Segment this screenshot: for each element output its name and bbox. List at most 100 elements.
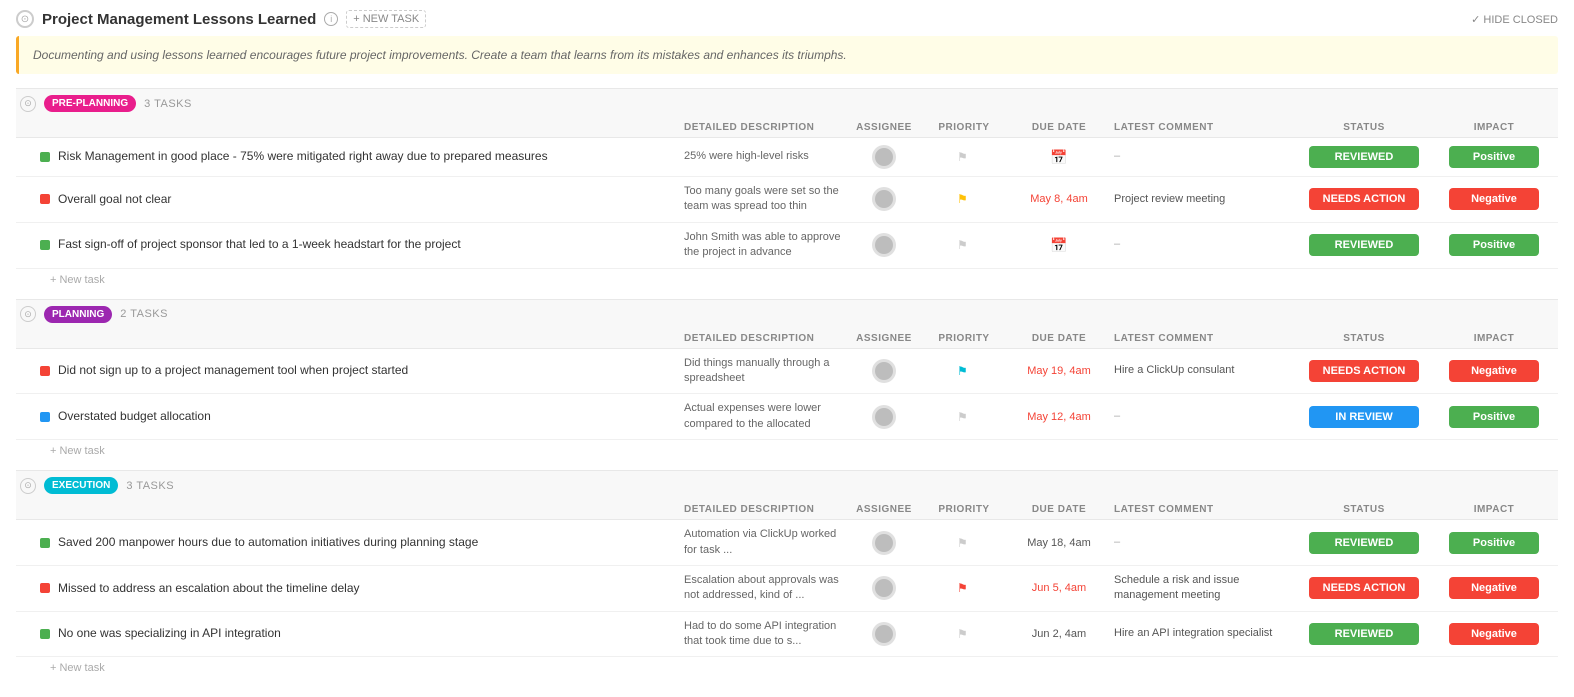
- impact-cell[interactable]: Negative: [1434, 577, 1554, 599]
- avatar[interactable]: [872, 531, 896, 555]
- status-cell[interactable]: NEEDS ACTION: [1294, 577, 1434, 599]
- task-row-pre-planning-1[interactable]: Overall goal not clear Too many goals we…: [16, 177, 1558, 223]
- status-cell[interactable]: IN REVIEW: [1294, 406, 1434, 428]
- impact-badge[interactable]: Positive: [1449, 146, 1539, 168]
- col-impact: IMPACT: [1434, 333, 1554, 344]
- due-date-cell[interactable]: May 8, 4am: [1004, 193, 1114, 205]
- avatar[interactable]: [872, 145, 896, 169]
- status-badge[interactable]: NEEDS ACTION: [1309, 360, 1419, 382]
- task-row-planning-1[interactable]: Overstated budget allocation Actual expe…: [16, 394, 1558, 440]
- collapse-icon[interactable]: ⊙: [16, 10, 34, 28]
- priority-cell[interactable]: ⚑: [924, 627, 1004, 641]
- avatar[interactable]: [872, 405, 896, 429]
- due-date-cell[interactable]: Jun 2, 4am: [1004, 628, 1114, 640]
- status-badge[interactable]: REVIEWED: [1309, 234, 1419, 256]
- assignee-cell[interactable]: [844, 531, 924, 555]
- impact-cell[interactable]: Negative: [1434, 360, 1554, 382]
- status-badge[interactable]: REVIEWED: [1309, 146, 1419, 168]
- priority-cell[interactable]: ⚑: [924, 238, 1004, 252]
- impact-cell[interactable]: Positive: [1434, 406, 1554, 428]
- task-row-planning-0[interactable]: Did not sign up to a project management …: [16, 349, 1558, 395]
- impact-badge[interactable]: Positive: [1449, 532, 1539, 554]
- avatar[interactable]: [872, 576, 896, 600]
- comment-cell: Hire a ClickUp consulant: [1114, 363, 1294, 378]
- due-date-cell[interactable]: 📅: [1004, 149, 1114, 166]
- impact-cell[interactable]: Positive: [1434, 532, 1554, 554]
- due-date-cell[interactable]: May 19, 4am: [1004, 365, 1114, 377]
- new-task-row-execution[interactable]: + New task: [16, 657, 1558, 679]
- col-due-date: DUE DATE: [1004, 122, 1114, 133]
- priority-flag: ⚑: [957, 581, 971, 595]
- impact-cell[interactable]: Negative: [1434, 623, 1554, 645]
- avatar[interactable]: [872, 359, 896, 383]
- impact-cell[interactable]: Positive: [1434, 234, 1554, 256]
- col-priority: PRIORITY: [924, 504, 1004, 515]
- due-date-cell[interactable]: May 12, 4am: [1004, 411, 1114, 423]
- col-priority: PRIORITY: [924, 333, 1004, 344]
- assignee-cell[interactable]: [844, 405, 924, 429]
- assignee-cell[interactable]: [844, 233, 924, 257]
- impact-badge[interactable]: Negative: [1449, 360, 1539, 382]
- new-task-row-planning[interactable]: + New task: [16, 440, 1558, 462]
- impact-badge[interactable]: Negative: [1449, 188, 1539, 210]
- assignee-cell[interactable]: [844, 576, 924, 600]
- new-task-row-pre-planning[interactable]: + New task: [16, 269, 1558, 291]
- comment-text: Hire a ClickUp consulant: [1114, 364, 1234, 376]
- due-date-cell[interactable]: 📅: [1004, 237, 1114, 254]
- impact-badge[interactable]: Negative: [1449, 623, 1539, 645]
- priority-cell[interactable]: ⚑: [924, 192, 1004, 206]
- status-badge[interactable]: NEEDS ACTION: [1309, 188, 1419, 210]
- task-name-cell: Fast sign-off of project sponsor that le…: [40, 237, 684, 253]
- priority-cell[interactable]: ⚑: [924, 536, 1004, 550]
- section-expand-planning[interactable]: ⊙: [20, 306, 36, 322]
- task-name-cell: Missed to address an escalation about th…: [40, 581, 684, 597]
- assignee-cell[interactable]: [844, 145, 924, 169]
- section-expand-pre-planning[interactable]: ⊙: [20, 96, 36, 112]
- task-dot: [40, 240, 50, 250]
- task-name-cell: Saved 200 manpower hours due to automati…: [40, 535, 684, 551]
- avatar-inner: [875, 625, 893, 643]
- due-date-cell[interactable]: Jun 5, 4am: [1004, 582, 1114, 594]
- avatar[interactable]: [872, 187, 896, 211]
- due-date-cell[interactable]: May 18, 4am: [1004, 537, 1114, 549]
- task-row-pre-planning-2[interactable]: Fast sign-off of project sponsor that le…: [16, 223, 1558, 269]
- priority-cell[interactable]: ⚑: [924, 581, 1004, 595]
- assignee-cell[interactable]: [844, 622, 924, 646]
- status-badge[interactable]: IN REVIEW: [1309, 406, 1419, 428]
- assignee-cell[interactable]: [844, 187, 924, 211]
- status-badge[interactable]: NEEDS ACTION: [1309, 577, 1419, 599]
- impact-badge[interactable]: Negative: [1449, 577, 1539, 599]
- task-row-execution-1[interactable]: Missed to address an escalation about th…: [16, 566, 1558, 612]
- priority-cell[interactable]: ⚑: [924, 410, 1004, 424]
- info-icon[interactable]: i: [324, 12, 338, 26]
- status-cell[interactable]: REVIEWED: [1294, 532, 1434, 554]
- avatar[interactable]: [872, 622, 896, 646]
- col-latest-comment: LATEST COMMENT: [1114, 504, 1294, 515]
- status-cell[interactable]: REVIEWED: [1294, 146, 1434, 168]
- new-task-header-button[interactable]: + NEW TASK: [346, 10, 426, 28]
- status-badge[interactable]: REVIEWED: [1309, 623, 1419, 645]
- column-headers-pre-planning: DETAILED DESCRIPTION ASSIGNEE PRIORITY D…: [16, 118, 1558, 138]
- priority-cell[interactable]: ⚑: [924, 364, 1004, 378]
- status-cell[interactable]: NEEDS ACTION: [1294, 360, 1434, 382]
- status-cell[interactable]: NEEDS ACTION: [1294, 188, 1434, 210]
- section-execution: ⊙ EXECUTION 3 TASKS DETAILED DESCRIPTION…: [16, 470, 1558, 679]
- task-row-execution-0[interactable]: Saved 200 manpower hours due to automati…: [16, 520, 1558, 566]
- status-cell[interactable]: REVIEWED: [1294, 234, 1434, 256]
- task-description: 25% were high-level risks: [684, 149, 844, 164]
- impact-badge[interactable]: Positive: [1449, 406, 1539, 428]
- status-cell[interactable]: REVIEWED: [1294, 623, 1434, 645]
- avatar[interactable]: [872, 233, 896, 257]
- impact-cell[interactable]: Positive: [1434, 146, 1554, 168]
- col-impact: IMPACT: [1434, 122, 1554, 133]
- task-row-execution-2[interactable]: No one was specializing in API integrati…: [16, 612, 1558, 658]
- impact-cell[interactable]: Negative: [1434, 188, 1554, 210]
- impact-badge[interactable]: Positive: [1449, 234, 1539, 256]
- assignee-cell[interactable]: [844, 359, 924, 383]
- hide-closed-button[interactable]: ✓ HIDE CLOSED: [1471, 13, 1558, 26]
- task-row-pre-planning-0[interactable]: Risk Management in good place - 75% were…: [16, 138, 1558, 177]
- section-expand-execution[interactable]: ⊙: [20, 478, 36, 494]
- task-dot: [40, 583, 50, 593]
- priority-cell[interactable]: ⚑: [924, 150, 1004, 164]
- status-badge[interactable]: REVIEWED: [1309, 532, 1419, 554]
